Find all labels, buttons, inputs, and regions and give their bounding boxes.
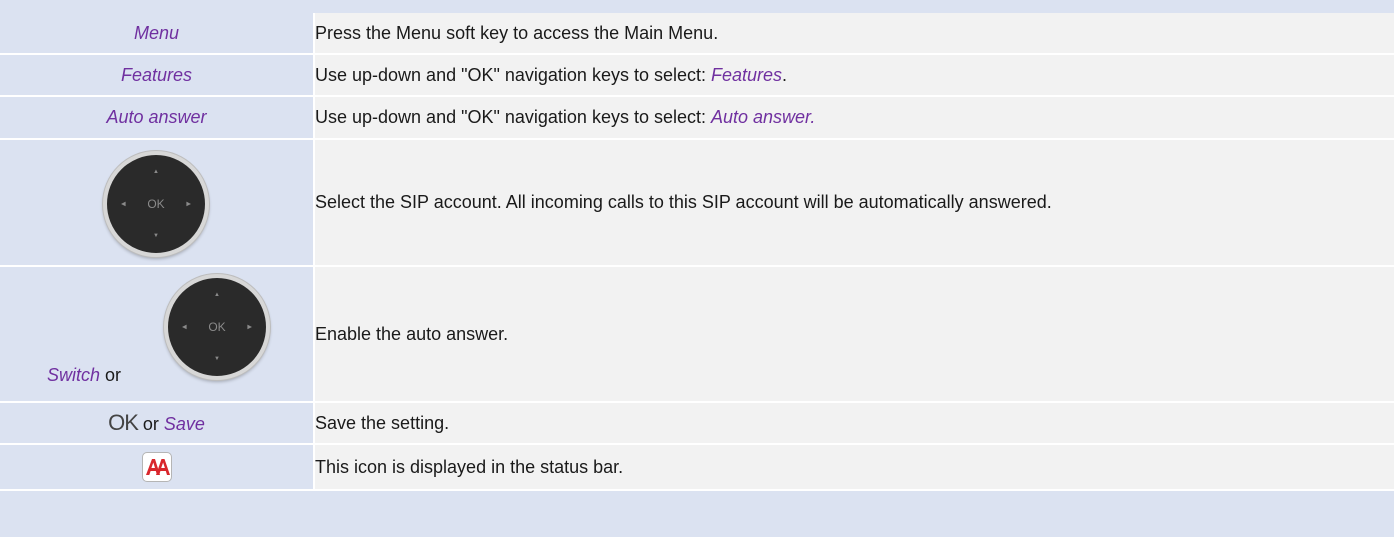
- key-cell: ▲ ▼ ◀ ▶ OK Switch or: [0, 266, 315, 403]
- key-save: Save: [163, 414, 205, 434]
- desc-cell: Use up-down and "OK" navigation keys to …: [314, 54, 1394, 97]
- desc-cell: Use up-down and "OK" navigation keys to …: [314, 96, 1394, 140]
- key-auto-answer: Auto answer: [106, 107, 207, 127]
- ok-label: OK: [147, 197, 165, 211]
- desc-cell: Save the setting.: [314, 402, 1394, 445]
- key-cell: OK or Save: [0, 402, 315, 445]
- navigation-pad-icon: ▲ ▼ ◀ ▶ OK: [164, 274, 270, 380]
- key-switch: Switch: [47, 365, 101, 385]
- table-row: Auto answer Use up-down and "OK" navigat…: [0, 96, 1394, 140]
- desc-emphasis: Auto answer.: [711, 107, 816, 127]
- auto-answer-status-icon: [141, 452, 172, 482]
- key-cell: ▲ ▼ ◀ ▶ OK: [0, 139, 315, 267]
- key-features: Features: [120, 64, 193, 85]
- table-row: This icon is displayed in the status bar…: [0, 444, 1394, 491]
- switch-line: Switch or: [47, 365, 121, 386]
- desc-text: This icon is displayed in the status bar…: [315, 456, 624, 477]
- header-glyph: ': [6, 0, 9, 9]
- table-row: Menu Press the Menu soft key to access t…: [0, 13, 1394, 55]
- arrow-down-icon: ▼: [214, 356, 220, 362]
- table-row: OK or Save Save the setting.: [0, 402, 1394, 445]
- arrow-down-icon: ▼: [153, 233, 159, 239]
- table-row: Features Use up-down and "OK" navigation…: [0, 54, 1394, 97]
- key-cell: Auto answer: [0, 96, 315, 140]
- navigation-pad-icon: ▲ ▼ ◀ ▶ OK: [103, 151, 209, 257]
- key-or: or: [100, 365, 122, 385]
- arrow-up-icon: ▲: [153, 169, 159, 175]
- ok-label: OK: [208, 320, 226, 334]
- key-cell: Features: [0, 54, 315, 97]
- desc-text: Use up-down and "OK" navigation keys to …: [315, 107, 711, 127]
- key-cell: [0, 444, 315, 491]
- key-or: or: [137, 414, 164, 434]
- desc-cell: Enable the auto answer.: [314, 266, 1394, 403]
- key-menu: Menu: [133, 22, 180, 43]
- key-cell: Menu: [0, 13, 315, 55]
- desc-suffix: .: [782, 64, 788, 85]
- steps-table: Menu Press the Menu soft key to access t…: [0, 13, 1394, 491]
- ok-key-icon: OK: [108, 410, 139, 435]
- desc-text: Use up-down and "OK" navigation keys to …: [315, 64, 711, 85]
- desc-cell: This icon is displayed in the status bar…: [314, 444, 1394, 491]
- header-band: ': [0, 0, 1394, 13]
- arrow-up-icon: ▲: [214, 292, 220, 298]
- table-row: ▲ ▼ ◀ ▶ OK Select the SIP account. All i…: [0, 139, 1394, 267]
- document-page: ' Menu Press the Menu soft key to access…: [0, 0, 1394, 537]
- desc-emphasis: Features: [711, 64, 783, 85]
- table-row: ▲ ▼ ◀ ▶ OK Switch or Enable the auto ans…: [0, 266, 1394, 403]
- desc-text: Select the SIP account. All incoming cal…: [315, 192, 1052, 212]
- desc-text: Press the Menu soft key to access the Ma…: [315, 22, 719, 43]
- desc-cell: Select the SIP account. All incoming cal…: [314, 139, 1394, 267]
- desc-cell: Press the Menu soft key to access the Ma…: [314, 13, 1394, 55]
- desc-text: Save the setting.: [315, 412, 450, 433]
- desc-text: Enable the auto answer.: [315, 323, 509, 344]
